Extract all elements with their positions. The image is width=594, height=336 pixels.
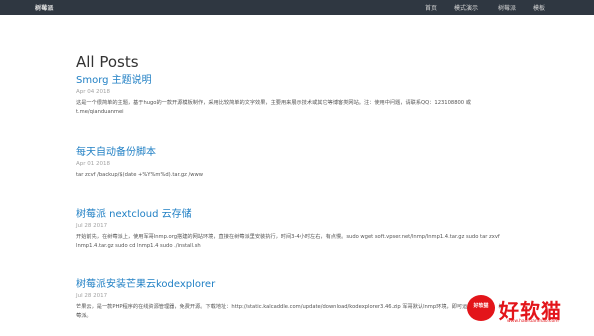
nav-demo[interactable]: 模式演示 (454, 3, 478, 12)
post-date: Jul 28 2017 (76, 223, 108, 229)
nav-template[interactable]: 模板 (533, 3, 545, 12)
nav-raspberry-pi[interactable]: 树莓派 (498, 3, 516, 12)
watermark-badge-text: 好软猫 (473, 303, 489, 309)
nav-home[interactable]: 首页 (425, 3, 437, 12)
post-date: Apr 04 2018 (76, 89, 111, 95)
post-date: Jul 28 2017 (76, 293, 108, 299)
post-excerpt: 芒果云，是一款PHP程序的在线资源管理器，免费开源。下载地址：http://st… (76, 304, 504, 319)
post-excerpt: 开始前先，在树莓派上，使用军哥lnmp.org搭建的网站环境，直接在树莓派里安装… (76, 234, 500, 249)
post-item: 树莓派安装芒果云kodexplorer Jul 28 2017 芒果云，是一款P… (76, 275, 506, 321)
post-title-link[interactable]: 每天自动备份脚本 (76, 143, 506, 158)
post-item: 每天自动备份脚本 Apr 01 2018 tar zcvf /backup/$(… (76, 143, 506, 180)
watermark-url: www.haoruanmao.com (507, 319, 559, 324)
post-date: Apr 01 2018 (76, 161, 111, 167)
site-brand[interactable]: 树莓派 (35, 3, 54, 12)
post-item: Smorg 主题说明 Apr 04 2018 这是一个很简单的主题，基于hugo… (76, 71, 506, 117)
post-title-link[interactable]: 树莓派安装芒果云kodexplorer (76, 275, 506, 290)
page-title: All Posts (76, 53, 139, 72)
cat-logo-icon: 好软猫 (467, 295, 495, 321)
post-title-link[interactable]: Smorg 主题说明 (76, 71, 506, 86)
post-excerpt: 这是一个很简单的主题，基于hugo的一款开源模板制作，采用比较简单的文字效果，主… (76, 100, 471, 115)
top-navbar: 树莓派 首页 模式演示 树莓派 模板 (0, 0, 594, 15)
post-title-link[interactable]: 树莓派 nextcloud 云存储 (76, 205, 506, 220)
post-item: 树莓派 nextcloud 云存储 Jul 28 2017 开始前先，在树莓派上… (76, 205, 506, 251)
watermark-logo: 好软猫 好软猫 www.haoruanmao.com (467, 294, 588, 328)
post-excerpt: tar zcvf /backup/$(date +%Y%m%d).tar.gz … (76, 172, 204, 178)
